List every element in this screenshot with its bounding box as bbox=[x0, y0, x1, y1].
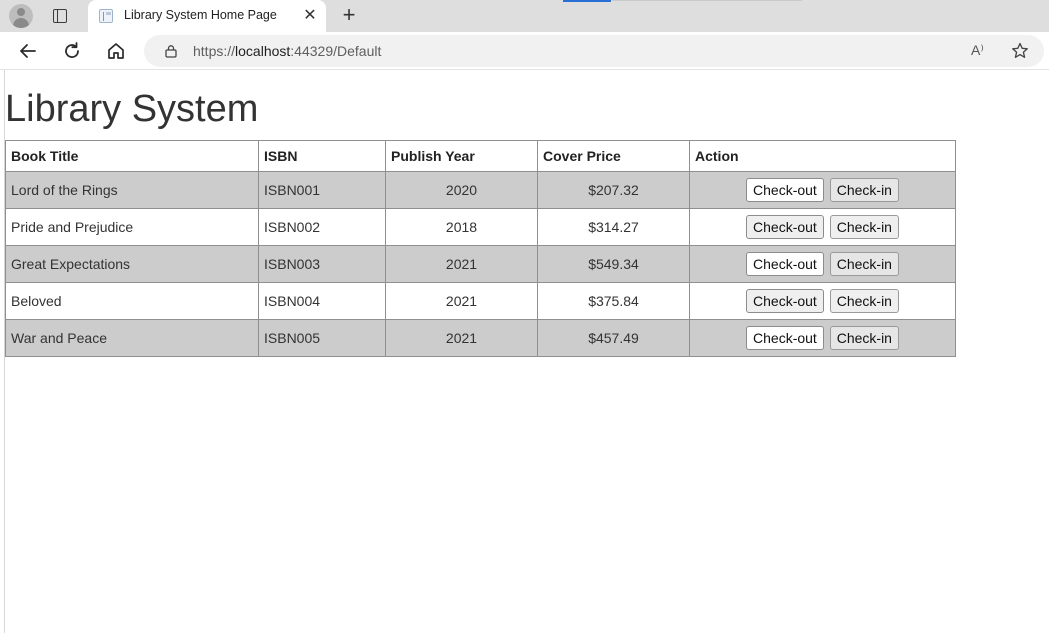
url-host: localhost bbox=[235, 43, 291, 59]
book-title-cell: Beloved bbox=[5, 282, 259, 320]
books-table: Book Title ISBN Publish Year Cover Price… bbox=[5, 140, 956, 357]
header-isbn: ISBN bbox=[258, 140, 386, 172]
url-text[interactable]: https://localhost:44329/Default bbox=[193, 43, 381, 59]
isbn-cell: ISBN001 bbox=[258, 171, 386, 209]
table-row: Beloved ISBN004 2021 $375.84 Check-out C… bbox=[5, 282, 956, 320]
tab-library-system[interactable]: Library System Home Page ✕ bbox=[88, 0, 326, 32]
header-cover-price: Cover Price bbox=[537, 140, 690, 172]
table-row: Lord of the Rings ISBN001 2020 $207.32 C… bbox=[5, 171, 956, 209]
reload-icon[interactable] bbox=[61, 40, 83, 62]
check-out-button[interactable]: Check-out bbox=[746, 326, 824, 350]
check-in-button[interactable]: Check-in bbox=[829, 215, 899, 239]
page-content: Library System Book Title ISBN Publish Y… bbox=[4, 70, 1049, 633]
table-row: Pride and Prejudice ISBN002 2018 $314.27… bbox=[5, 208, 956, 246]
page-title: Library System bbox=[5, 88, 259, 130]
page-favicon-icon bbox=[99, 9, 113, 23]
loading-track bbox=[612, 0, 802, 1]
book-title-cell: Lord of the Rings bbox=[5, 171, 259, 209]
action-cell: Check-out Check-in bbox=[689, 208, 956, 246]
cover-price-cell: $457.49 bbox=[537, 319, 690, 357]
back-arrow-icon[interactable] bbox=[17, 40, 39, 62]
publish-year-cell: 2020 bbox=[385, 171, 538, 209]
cover-price-cell: $314.27 bbox=[537, 208, 690, 246]
favorite-star-icon[interactable] bbox=[1010, 41, 1030, 61]
publish-year-cell: 2021 bbox=[385, 319, 538, 357]
home-icon[interactable] bbox=[105, 40, 127, 62]
url-path: :44329/Default bbox=[290, 43, 382, 59]
table-header-row: Book Title ISBN Publish Year Cover Price… bbox=[5, 140, 956, 172]
book-title-cell: Pride and Prejudice bbox=[5, 208, 259, 246]
isbn-cell: ISBN005 bbox=[258, 319, 386, 357]
publish-year-cell: 2021 bbox=[385, 282, 538, 320]
check-in-button[interactable]: Check-in bbox=[829, 252, 899, 276]
cover-price-cell: $207.32 bbox=[537, 171, 690, 209]
isbn-cell: ISBN004 bbox=[258, 282, 386, 320]
lock-icon[interactable] bbox=[164, 44, 178, 58]
check-in-button[interactable]: Check-in bbox=[829, 289, 899, 313]
check-out-button[interactable]: Check-out bbox=[746, 289, 824, 313]
tab-title: Library System Home Page bbox=[124, 8, 277, 22]
action-cell: Check-out Check-in bbox=[689, 319, 956, 357]
check-in-button[interactable]: Check-in bbox=[829, 178, 899, 202]
check-out-button[interactable]: Check-out bbox=[746, 252, 824, 276]
tab-strip: Library System Home Page ✕ + bbox=[0, 0, 1049, 32]
url-scheme: https:// bbox=[193, 43, 236, 59]
header-book-title: Book Title bbox=[5, 140, 259, 172]
header-action: Action bbox=[689, 140, 956, 172]
tab-actions-icon[interactable] bbox=[52, 8, 68, 24]
action-cell: Check-out Check-in bbox=[689, 171, 956, 209]
book-title-cell: War and Peace bbox=[5, 319, 259, 357]
cover-price-cell: $375.84 bbox=[537, 282, 690, 320]
check-out-button[interactable]: Check-out bbox=[746, 178, 824, 202]
isbn-cell: ISBN003 bbox=[258, 245, 386, 283]
cover-price-cell: $549.34 bbox=[537, 245, 690, 283]
isbn-cell: ISBN002 bbox=[258, 208, 386, 246]
check-in-button[interactable]: Check-in bbox=[829, 326, 899, 350]
book-title-cell: Great Expectations bbox=[5, 245, 259, 283]
publish-year-cell: 2021 bbox=[385, 245, 538, 283]
table-row: Great Expectations ISBN003 2021 $549.34 … bbox=[5, 245, 956, 283]
profile-avatar-icon[interactable] bbox=[9, 4, 33, 28]
publish-year-cell: 2018 bbox=[385, 208, 538, 246]
address-bar[interactable]: https://localhost:44329/Default A⁾ bbox=[144, 35, 1044, 67]
header-publish-year: Publish Year bbox=[385, 140, 538, 172]
action-cell: Check-out Check-in bbox=[689, 282, 956, 320]
table-row: War and Peace ISBN005 2021 $457.49 Check… bbox=[5, 319, 956, 357]
check-out-button[interactable]: Check-out bbox=[746, 215, 824, 239]
new-tab-icon[interactable]: + bbox=[338, 4, 360, 27]
close-tab-icon[interactable]: ✕ bbox=[302, 8, 318, 24]
action-cell: Check-out Check-in bbox=[689, 245, 956, 283]
loading-indicator bbox=[563, 0, 611, 2]
read-aloud-icon[interactable]: A⁾ bbox=[971, 42, 984, 59]
browser-toolbar: https://localhost:44329/Default A⁾ bbox=[0, 32, 1049, 70]
